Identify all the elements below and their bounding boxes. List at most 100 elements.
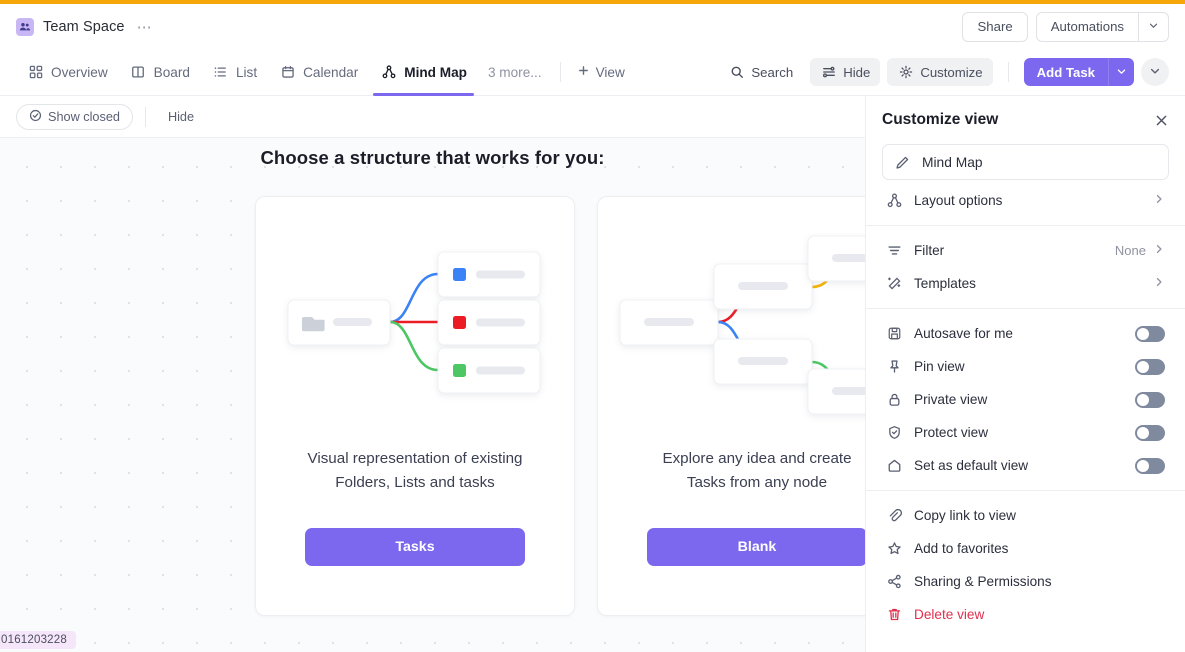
share-button[interactable]: Share [962, 11, 1028, 42]
row-autosave[interactable]: Autosave for me [882, 317, 1169, 350]
default-view-toggle[interactable] [1135, 457, 1165, 474]
chevron-right-icon [1153, 243, 1165, 258]
row-label: Copy link to view [914, 508, 1016, 523]
chevron-down-icon [1116, 65, 1127, 80]
mindmap-icon [380, 65, 397, 79]
panel-header: Customize view [882, 96, 1169, 144]
row-label: Set as default view [914, 458, 1029, 473]
id-badge: 0161203228 [0, 631, 76, 649]
canvas-subbar: Show closed Hide [0, 96, 865, 138]
home-icon [886, 458, 903, 473]
team-space-icon [16, 17, 34, 36]
add-view-button[interactable]: View [569, 64, 633, 80]
customize-button[interactable]: Customize [887, 58, 993, 86]
space-breadcrumb[interactable]: Team Space ⋯ [16, 17, 153, 36]
row-label: Delete view [914, 607, 985, 622]
tasks-button[interactable]: Tasks [305, 528, 525, 566]
tab-label: Overview [51, 64, 108, 80]
show-closed-toggle[interactable]: Show closed [16, 103, 133, 130]
tab-calendar[interactable]: Calendar [268, 49, 369, 96]
row-protect-view[interactable]: Protect view [882, 416, 1169, 449]
row-add-favorites[interactable]: Add to favorites [882, 532, 1169, 565]
structure-cards: Visual representation of existing Folder… [0, 169, 865, 616]
row-label: Private view [914, 392, 988, 407]
tab-board[interactable]: Board [119, 49, 201, 96]
add-view-label: View [595, 64, 625, 80]
add-task-caret-button[interactable] [1108, 58, 1134, 86]
row-copy-link[interactable]: Copy link to view [882, 499, 1169, 532]
search-button[interactable]: Search [718, 58, 803, 86]
tabs-more-button[interactable]: 3 more... [478, 65, 552, 80]
chevron-down-icon [1148, 19, 1159, 34]
tab-list[interactable]: List [201, 49, 268, 96]
row-label: Layout options [914, 193, 1003, 208]
pin-icon [886, 359, 903, 374]
panel-title: Customize view [882, 111, 999, 128]
autosave-toggle[interactable] [1135, 325, 1165, 342]
canvas-heading: Choose a structure that works for you: [260, 147, 605, 168]
row-templates[interactable]: Templates [882, 267, 1169, 300]
row-layout-options[interactable]: Layout options [882, 184, 1169, 217]
pin-view-toggle[interactable] [1135, 358, 1165, 375]
card-description: Visual representation of existing Folder… [307, 450, 523, 491]
card-description: Explore any idea and create Tasks from a… [662, 450, 852, 491]
row-delete-view[interactable]: Delete view [882, 598, 1169, 631]
hide-button[interactable]: Hide [810, 58, 881, 86]
space-more-icon[interactable]: ⋯ [137, 18, 153, 36]
card-tasks[interactable]: Visual representation of existing Folder… [255, 196, 575, 616]
customize-view-panel: Customize view Mind Map Layout options F… [865, 96, 1185, 652]
card-blank[interactable]: Explore any idea and create Tasks from a… [597, 196, 865, 616]
protect-view-toggle[interactable] [1135, 424, 1165, 441]
row-right [1135, 457, 1165, 474]
add-task-button[interactable]: Add Task [1023, 58, 1108, 86]
row-label: Autosave for me [914, 326, 1013, 341]
star-icon [886, 541, 903, 556]
chevron-right-icon [1153, 276, 1165, 291]
row-pin-view[interactable]: Pin view [882, 350, 1169, 383]
row-label: Sharing & Permissions [914, 574, 1052, 589]
hide-label: Hide [843, 64, 871, 80]
row-right [1153, 193, 1165, 208]
tasks-illustration [256, 197, 574, 447]
view-name-input[interactable]: Mind Map [882, 144, 1169, 180]
subbar-hide-button[interactable]: Hide [158, 110, 204, 124]
row-default-view[interactable]: Set as default view [882, 449, 1169, 482]
plus-icon [577, 64, 590, 80]
trash-icon [886, 607, 903, 622]
tab-label: Board [153, 64, 190, 80]
tab-label: Calendar [303, 64, 359, 80]
filter-value: None [1114, 243, 1146, 258]
actions-divider [1007, 62, 1009, 82]
automations-button[interactable]: Automations [1035, 11, 1139, 42]
blank-button[interactable]: Blank [647, 528, 865, 566]
shield-check-icon [886, 425, 903, 440]
row-filter[interactable]: Filter None [882, 234, 1169, 267]
close-icon[interactable] [1154, 113, 1169, 128]
automations-caret-button[interactable] [1139, 11, 1169, 42]
row-right [1135, 391, 1165, 408]
more-actions-button[interactable] [1141, 58, 1169, 86]
private-view-toggle[interactable] [1135, 391, 1165, 408]
mindmap-icon [886, 193, 903, 208]
row-sharing-permissions[interactable]: Sharing & Permissions [882, 565, 1169, 598]
pencil-icon [894, 155, 911, 170]
row-label: Add to favorites [914, 541, 1009, 556]
tab-label: Mind Map [404, 64, 467, 80]
tabbar-actions: Search Hide Customize Add Task [718, 58, 1169, 86]
row-private-view[interactable]: Private view [882, 383, 1169, 416]
sliders-icon [820, 65, 837, 79]
panel-divider [866, 308, 1185, 309]
tab-mind-map[interactable]: Mind Map [369, 49, 478, 96]
check-circle-icon [29, 109, 42, 125]
show-closed-label: Show closed [48, 109, 120, 124]
header-actions: Share Automations [962, 11, 1169, 42]
row-label: Templates [914, 276, 976, 291]
add-task-split-button: Add Task [1023, 58, 1134, 86]
share-nodes-icon [886, 574, 903, 589]
mindmap-canvas[interactable]: Choose a structure that works for you: V… [0, 138, 865, 652]
blank-illustration [598, 197, 865, 447]
row-right: None [1115, 243, 1165, 258]
search-icon [728, 65, 745, 79]
tab-overview[interactable]: Overview [16, 49, 119, 96]
row-right [1135, 325, 1165, 342]
